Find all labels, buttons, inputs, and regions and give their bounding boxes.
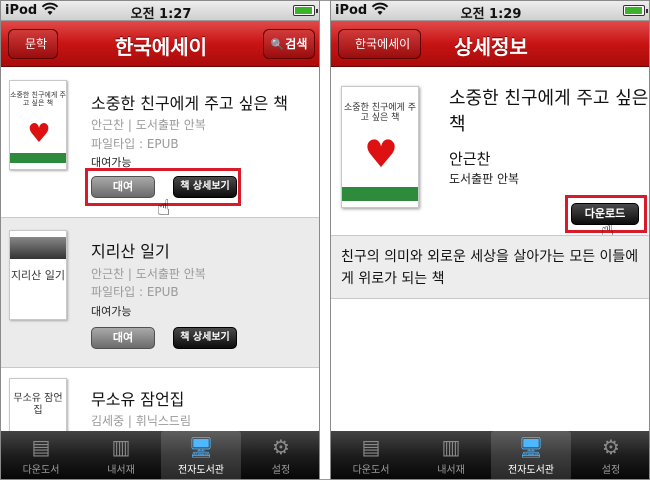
status-bar: iPod 오전 1:27: [1, 1, 319, 22]
tab-label: 다운도서: [352, 465, 390, 476]
tab-label: 다운도서: [22, 465, 60, 476]
tab-downloaded-books[interactable]: ▤ 다운도서: [1, 431, 81, 479]
book-cover: 소중한 친구에게 주고 싶은 책 ♥: [9, 80, 67, 170]
search-icon: 🔍: [270, 38, 285, 51]
tab-my-library[interactable]: ▥ 내서재: [411, 431, 491, 479]
e-library-monitor-icon: 🖥: [518, 435, 544, 459]
tab-e-library[interactable]: 🖥 전자도서관: [161, 431, 241, 479]
book-title: 소중한 친구에게 주고 싶은 책: [449, 88, 649, 135]
e-library-monitor-icon: 🖥: [188, 435, 214, 459]
rent-button[interactable]: 대여: [91, 176, 155, 198]
tab-label: 설정: [271, 465, 291, 476]
tab-bar: ▤ 다운도서 ▥ 내서재 🖥 전자도서관 ⚙ 설정: [331, 431, 649, 479]
cover-title: 지리산 일기: [10, 269, 66, 282]
book-title[interactable]: 지리산 일기: [91, 238, 170, 262]
cover-title: 소중한 친구에게 주고 싶은 책: [344, 103, 416, 123]
book-author-publisher: 김세중 | 휘닉스드림: [91, 414, 191, 428]
books-download-icon: ▤: [361, 435, 381, 459]
book-title[interactable]: 무소유 잠언집: [91, 386, 184, 410]
rent-button[interactable]: 대여: [91, 327, 155, 349]
book-detail-button[interactable]: 책 상세보기: [173, 327, 237, 349]
cover-title: 무소유 잠언집: [13, 393, 63, 416]
search-button[interactable]: 🔍검색: [263, 29, 315, 59]
tab-downloaded-books[interactable]: ▤ 다운도서: [331, 431, 411, 479]
gear-icon: ⚙: [272, 435, 290, 459]
book-title[interactable]: 소중한 친구에게 주고 싶은 책: [91, 90, 288, 114]
book-author-publisher: 안근찬 | 도서출판 안복: [91, 267, 206, 281]
tab-label: 전자도서관: [508, 465, 554, 476]
cover-band: [10, 153, 66, 163]
status-bar: iPod 오전 1:29: [331, 1, 649, 22]
book-detail-panel: 소중한 친구에게 주고 싶은 책 ♥ 소중한 친구에게 주고 싶은 책 안근찬 …: [331, 68, 649, 242]
book-description: 친구의 의미와 외로운 세상을 살아가는 모든 이들에게 위로가 되는 책: [341, 249, 639, 287]
list-item[interactable]: 소중한 친구에게 주고 싶은 책 ♥ 소중한 친구에게 주고 싶은 책 안근찬 …: [1, 68, 319, 221]
tab-settings[interactable]: ⚙ 설정: [571, 431, 649, 479]
book-cover: 소중한 친구에게 주고 싶은 책 ♥: [341, 86, 419, 208]
status-time: 오전 1:29: [460, 7, 522, 22]
nav-bar: 문학 한국에세이 🔍검색: [1, 21, 319, 67]
list-item[interactable]: 무소유 잠언집 무소유 잠언집 김세중 | 휘닉스드림: [1, 368, 319, 468]
book-author: 안근찬: [449, 150, 491, 168]
cover-title: 소중한 친구에게 주고 싶은 책: [10, 91, 66, 107]
book-cover: 지리산 일기: [9, 230, 67, 320]
tab-label: 내서재: [107, 465, 135, 476]
tab-label: 내서재: [437, 465, 465, 476]
nav-bar: 한국에세이 상세정보: [331, 21, 649, 67]
status-time: 오전 1:27: [130, 7, 192, 22]
phone-screen-book-list: iPod 오전 1:27 문학 한국에세이 🔍검색 소중한 친구에게 주고 싶은…: [0, 0, 320, 480]
tab-settings[interactable]: ⚙ 설정: [241, 431, 319, 479]
search-button-label: 검색: [285, 37, 308, 51]
bookshelf-icon: ▥: [441, 435, 461, 459]
page-title: 상세정보: [454, 35, 528, 59]
heart-icon: ♥: [363, 132, 399, 176]
book-filetype: 파일타입 : EPUB: [91, 285, 179, 299]
tab-bar: ▤ 다운도서 ▥ 내서재 🖥 전자도서관 ⚙ 설정: [1, 431, 319, 479]
heart-icon: ♥: [27, 119, 51, 149]
book-description-panel: 친구의 의미와 외로운 세상을 살아가는 모든 이들에게 위로가 되는 책: [331, 235, 649, 299]
list-item[interactable]: 지리산 일기 지리산 일기 안근찬 | 도서출판 안복 파일타입 : EPUB …: [1, 218, 319, 368]
hand-cursor-icon: ☝: [157, 196, 171, 221]
book-author-publisher: 안근찬 | 도서출판 안복: [91, 118, 206, 132]
book-availability: 대여가능: [91, 305, 132, 318]
bookshelf-icon: ▥: [111, 435, 131, 459]
book-publisher: 도서출판 안복: [449, 172, 520, 186]
book-filetype: 파일타입 : EPUB: [91, 137, 179, 151]
battery-icon: [293, 5, 318, 16]
cover-band: [342, 187, 418, 201]
book-detail-button[interactable]: 책 상세보기: [173, 176, 237, 198]
gear-icon: ⚙: [602, 435, 620, 459]
tab-e-library[interactable]: 🖥 전자도서관: [491, 431, 571, 479]
tab-my-library[interactable]: ▥ 내서재: [81, 431, 161, 479]
tab-label: 설정: [601, 465, 621, 476]
cover-mountain-image: [10, 237, 66, 259]
books-download-icon: ▤: [31, 435, 51, 459]
tab-label: 전자도서관: [178, 465, 224, 476]
phone-screen-book-detail: iPod 오전 1:29 한국에세이 상세정보 소중한 친구에게 주고 싶은 책…: [330, 0, 650, 480]
battery-icon: [623, 5, 648, 16]
